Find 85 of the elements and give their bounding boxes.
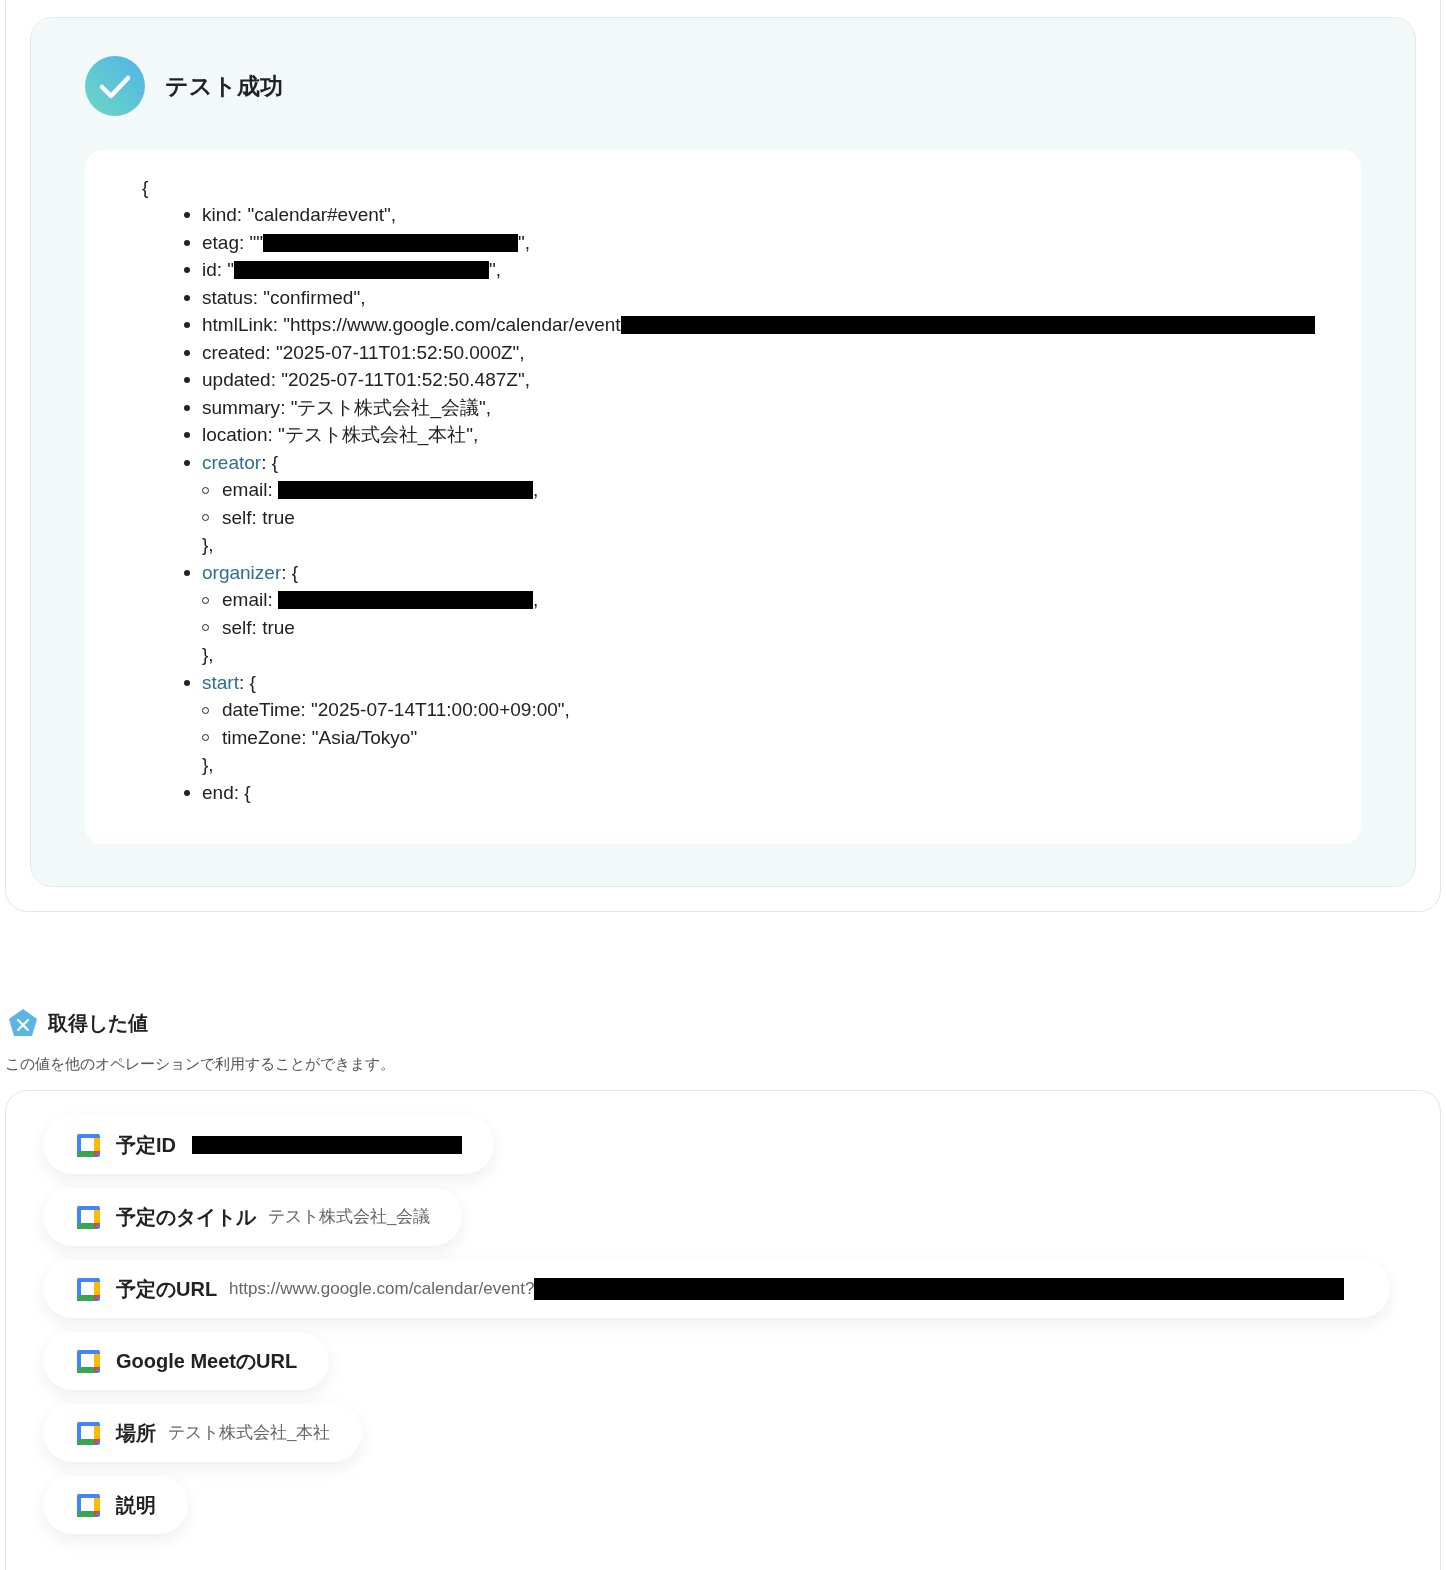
output-label: 場所 bbox=[116, 1421, 156, 1446]
bullet-icon bbox=[184, 404, 190, 411]
json-key: location bbox=[202, 421, 268, 450]
json-punctuation: ", bbox=[489, 258, 502, 282]
json-value: : "Asia/Tokyo" bbox=[301, 725, 418, 750]
output-label: 予定のタイトル bbox=[116, 1205, 256, 1230]
output-label: Google MeetのURL bbox=[116, 1349, 298, 1374]
json-value: : { bbox=[238, 670, 256, 695]
bullet-icon bbox=[184, 679, 190, 686]
json-key: kind bbox=[202, 201, 237, 230]
json-key: start bbox=[202, 668, 239, 697]
json-key: creator bbox=[202, 448, 262, 477]
json-punctuation: }, bbox=[202, 753, 214, 777]
output-value: テスト株式会社_会議 bbox=[268, 1206, 431, 1229]
calendar-icon bbox=[77, 1349, 100, 1373]
bullet-icon bbox=[184, 239, 190, 246]
json-key: end bbox=[202, 778, 234, 807]
json-key: self bbox=[222, 503, 252, 532]
json-value: : "confirmed", bbox=[252, 285, 366, 310]
output-value: https://www.google.com/calendar/event? bbox=[229, 1278, 535, 1301]
bullet-icon bbox=[184, 569, 190, 576]
bullet-icon bbox=[184, 432, 190, 439]
json-punctuation: , bbox=[532, 478, 539, 502]
section-title: 取得した値 bbox=[48, 1011, 148, 1036]
bullet-icon bbox=[184, 267, 190, 274]
output-value: テスト株式会社_本社 bbox=[168, 1422, 331, 1445]
status-title: テスト成功 bbox=[165, 71, 283, 101]
output-label: 説明 bbox=[116, 1493, 156, 1518]
calendar-icon bbox=[77, 1205, 100, 1229]
json-punctuation: ", bbox=[518, 230, 531, 255]
output-chip[interactable]: Google MeetのURL bbox=[43, 1332, 330, 1390]
bullet-icon bbox=[184, 789, 190, 796]
json-key: email bbox=[222, 476, 268, 505]
output-chip[interactable]: 場所 テスト株式会社_本社 bbox=[43, 1404, 363, 1462]
output-chip[interactable]: 予定のURL https://www.google.com/calendar/event? bbox=[43, 1260, 1390, 1318]
json-value: : "https://www.google.com/calendar/event bbox=[272, 313, 621, 337]
json-value: : "calendar#event", bbox=[236, 203, 397, 227]
json-value: : "テスト株式会社_本社", bbox=[267, 423, 479, 448]
json-value: : bbox=[267, 478, 274, 502]
json-punctuation: , bbox=[532, 588, 539, 612]
bullet-icon bbox=[184, 294, 190, 301]
json-key: organizer bbox=[202, 558, 282, 587]
json-value: : true bbox=[251, 615, 295, 640]
json-key: self bbox=[222, 613, 252, 642]
output-label: 予定ID bbox=[116, 1133, 176, 1158]
bullet-icon bbox=[184, 212, 190, 219]
json-value: : "2025-07-14T11:00:00+09:00", bbox=[300, 698, 570, 722]
check-icon bbox=[85, 56, 145, 116]
json-value: : "テスト株式会社_会議", bbox=[280, 395, 492, 421]
json-value: : { bbox=[233, 780, 251, 805]
json-key: summary bbox=[202, 393, 281, 422]
calendar-icon bbox=[77, 1277, 100, 1301]
json-value: : "" bbox=[239, 230, 264, 255]
calendar-icon bbox=[77, 1421, 100, 1445]
calendar-icon bbox=[77, 1133, 100, 1157]
json-value: : bbox=[267, 588, 274, 612]
json-key: created bbox=[202, 338, 266, 367]
section-description: この値を他のオペレーションで利用することができます。 bbox=[5, 1055, 395, 1072]
variable-icon bbox=[8, 1008, 38, 1038]
json-key: updated bbox=[202, 366, 271, 395]
json-key: status bbox=[202, 283, 253, 312]
calendar-icon bbox=[77, 1493, 100, 1517]
json-key: id bbox=[202, 256, 217, 285]
json-key: timeZone bbox=[222, 723, 302, 752]
json-punctuation: }, bbox=[202, 533, 214, 557]
json-key: dateTime bbox=[222, 696, 301, 725]
output-label: 予定のURL bbox=[116, 1277, 218, 1302]
json-value: : { bbox=[281, 560, 299, 585]
json-punctuation: }, bbox=[202, 643, 214, 667]
json-value: : " bbox=[216, 258, 235, 282]
output-chip[interactable]: 予定ID bbox=[43, 1116, 494, 1174]
json-value: : "2025-07-11T01:52:50.487Z", bbox=[270, 368, 530, 392]
bullet-icon bbox=[184, 459, 190, 466]
output-chip[interactable]: 予定のタイトル テスト株式会社_会議 bbox=[43, 1188, 463, 1246]
json-punctuation: { bbox=[142, 175, 149, 200]
json-key: email bbox=[222, 586, 268, 615]
json-value: : { bbox=[261, 450, 279, 475]
json-key: htmlLink bbox=[202, 311, 273, 340]
bullet-icon bbox=[184, 377, 190, 384]
bullet-icon bbox=[184, 349, 190, 356]
json-value: : "2025-07-11T01:52:50.000Z", bbox=[265, 340, 525, 365]
output-chip[interactable]: 説明 bbox=[43, 1476, 188, 1534]
bullet-icon bbox=[184, 322, 190, 329]
json-key: etag bbox=[202, 228, 239, 257]
json-value: : true bbox=[251, 505, 295, 530]
